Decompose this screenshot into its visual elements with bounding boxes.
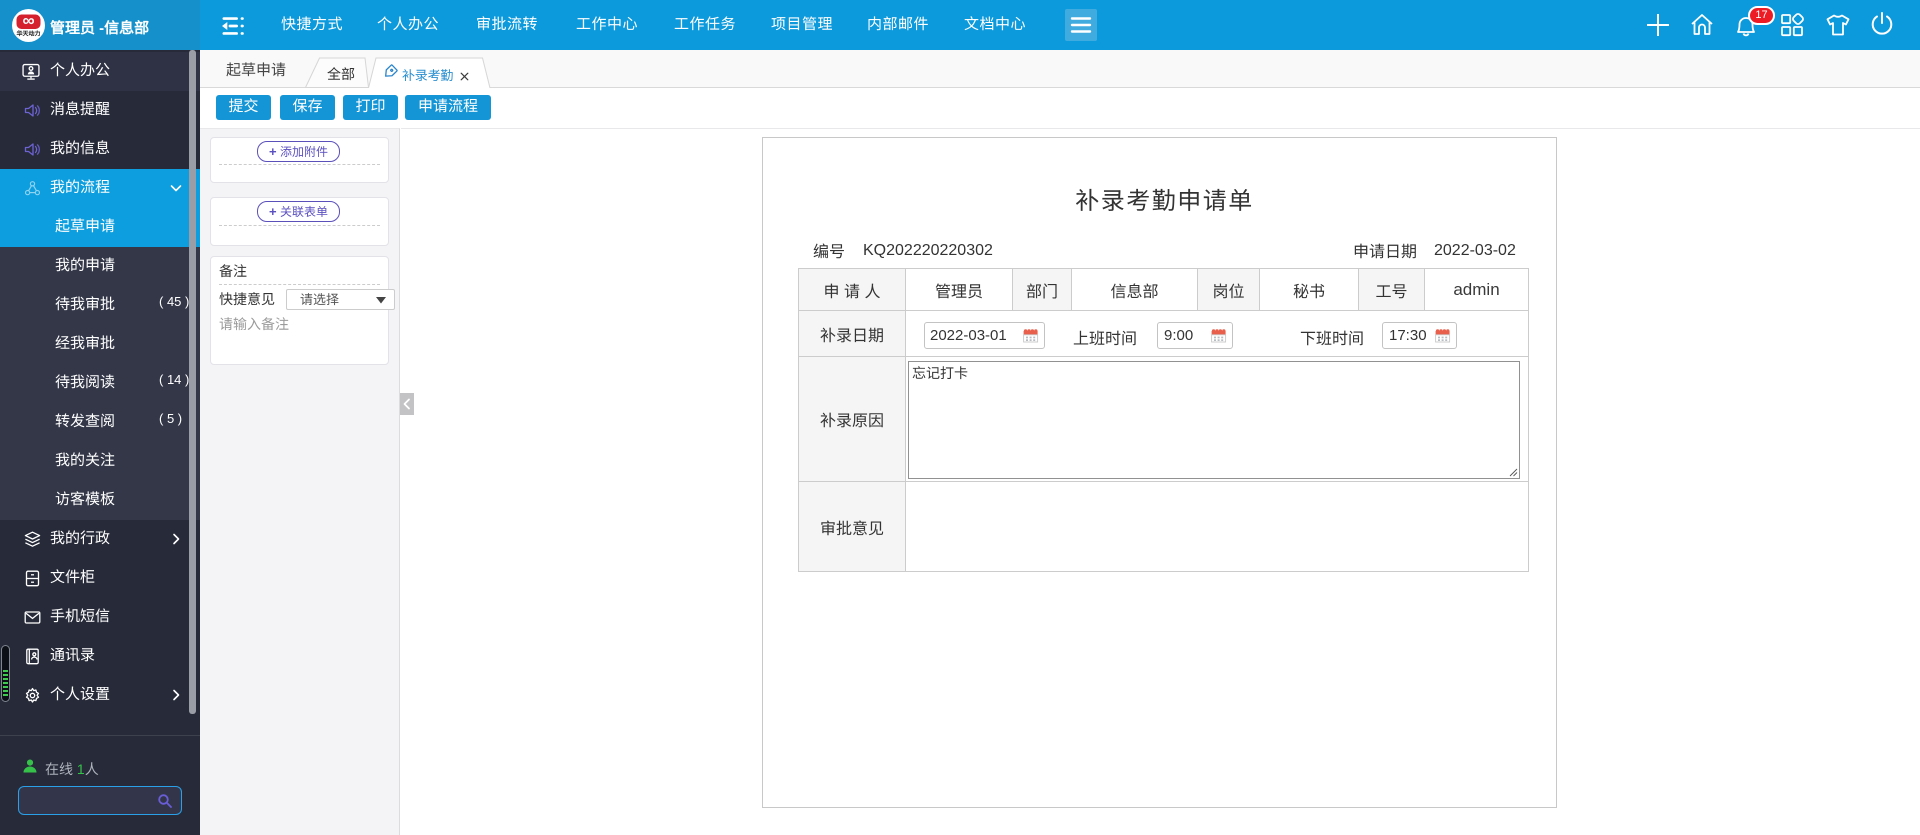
svg-text:∞: ∞	[22, 11, 34, 30]
svg-text:华天动力: 华天动力	[16, 30, 40, 38]
